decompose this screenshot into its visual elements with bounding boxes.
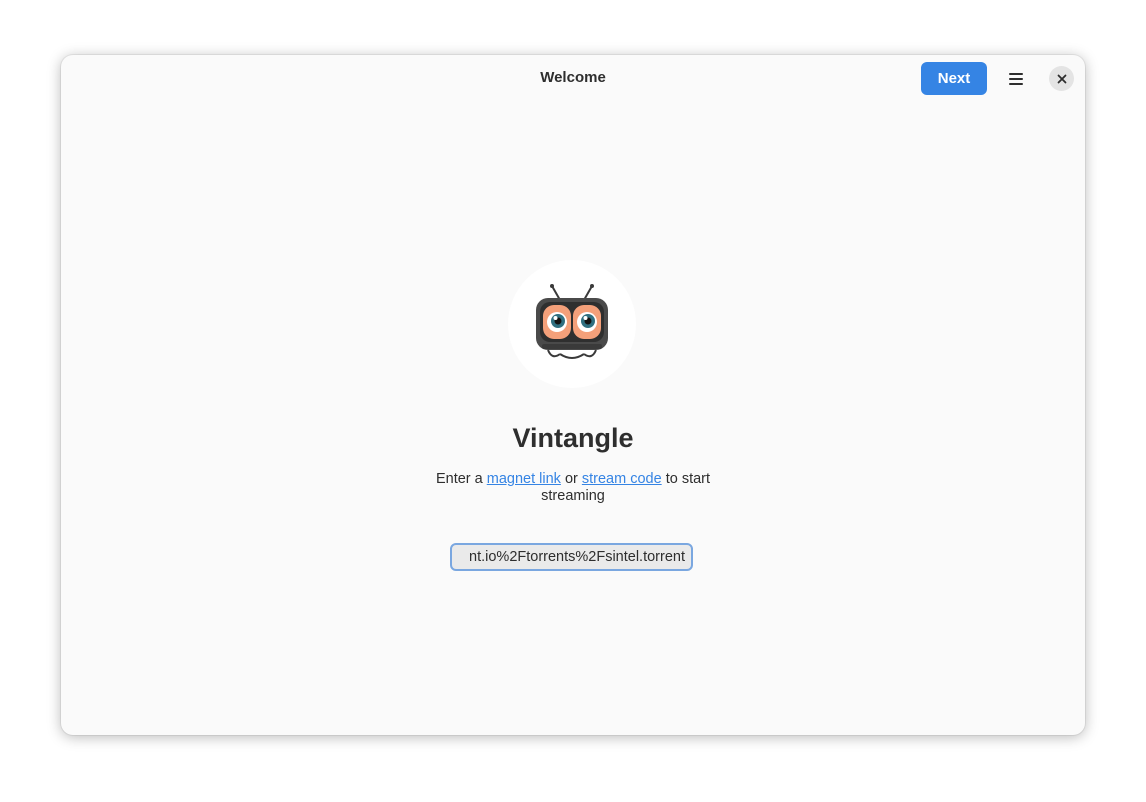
app-window: Welcome Next Vintangle Enter a magnet li… [61, 55, 1085, 735]
hamburger-menu-icon [1009, 72, 1023, 85]
description-prefix: Enter a [435, 471, 483, 487]
app-name: Vintangle [512, 423, 634, 453]
next-button[interactable]: Next [921, 62, 987, 95]
magnet-link[interactable]: magnet link [487, 471, 561, 487]
main-menu-button[interactable] [998, 62, 1034, 95]
tv-mascot-logo [536, 284, 608, 359]
stream-code-link[interactable]: stream code [582, 471, 662, 487]
header-bar: Welcome Next [61, 55, 1085, 101]
close-button[interactable] [1049, 66, 1074, 91]
close-icon [1057, 74, 1066, 83]
description: Enter a magnet link or stream code to st… [423, 471, 723, 505]
app-logo [508, 260, 636, 388]
description-middle: or [564, 471, 578, 487]
magnet-input[interactable] [458, 549, 685, 565]
magnet-entry[interactable] [450, 543, 693, 571]
